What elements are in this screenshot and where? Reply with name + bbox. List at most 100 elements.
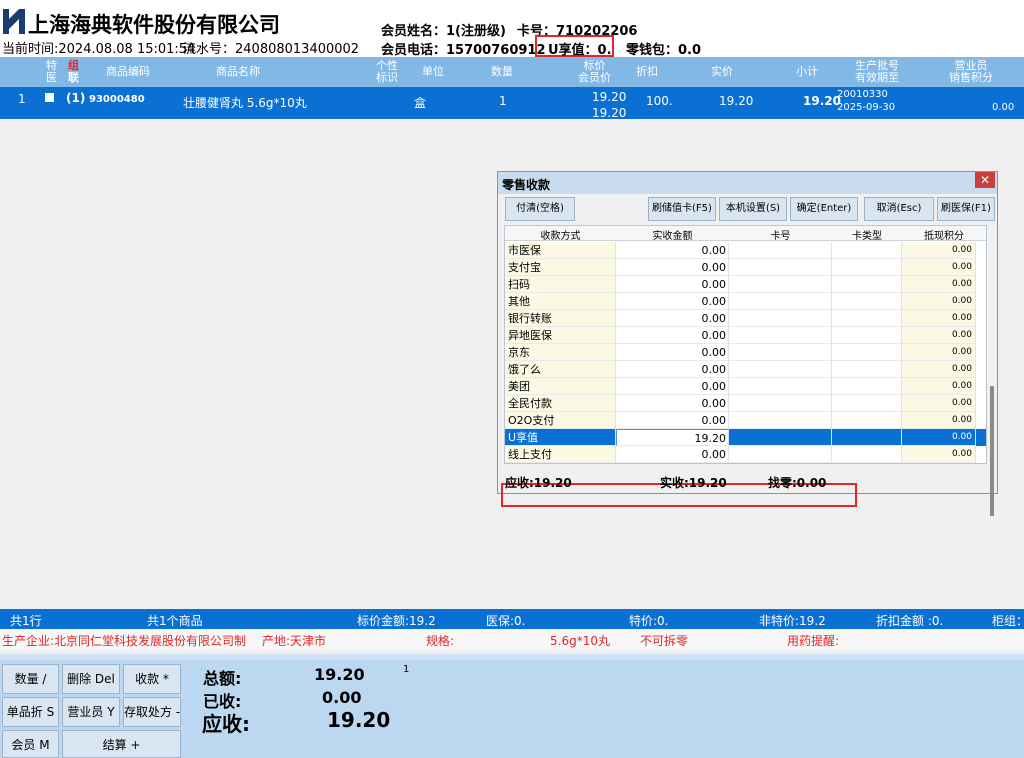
payment-method: 全民付款 bbox=[505, 395, 616, 412]
payment-row[interactable]: 异地医保 0.00 0.00 bbox=[505, 327, 986, 344]
payment-amount-input[interactable]: 0.00 bbox=[616, 327, 729, 344]
payment-methods-table: 收款方式 实收金额 卡号 卡类型 抵现积分 市医保 0.00 0.00 支付宝 0.00… bbox=[501, 225, 994, 516]
payment-row[interactable]: O2O支付 0.00 0.00 bbox=[505, 412, 986, 429]
medication-reminder: 用药提醒: bbox=[787, 634, 840, 648]
payment-points: 0.00 bbox=[902, 446, 976, 463]
payment-amount-input[interactable]: 0.00 bbox=[616, 446, 729, 463]
col-qty: 数量 bbox=[491, 65, 513, 78]
spec-label: 规格: bbox=[426, 634, 455, 648]
payment-card-type bbox=[832, 310, 902, 327]
row-count: 共1行 bbox=[10, 614, 42, 628]
payment-row[interactable]: U享值 19.20 0.00 bbox=[505, 429, 986, 446]
payment-row[interactable]: 线上支付 0.00 0.00 bbox=[505, 446, 986, 463]
payment-card-type bbox=[832, 378, 902, 395]
scrollbar-thumb[interactable] bbox=[990, 386, 994, 516]
row-points: 0.00 bbox=[992, 102, 1015, 113]
payment-method: 异地医保 bbox=[505, 327, 616, 344]
dialog-title: 零售收款 bbox=[502, 178, 551, 192]
payment-amount-input[interactable]: 0.00 bbox=[616, 378, 729, 395]
payment-card-no bbox=[729, 259, 832, 276]
payment-card-no bbox=[729, 276, 832, 293]
payment-amount-input[interactable]: 0.00 bbox=[616, 412, 729, 429]
payment-amount-input[interactable]: 0.00 bbox=[616, 361, 729, 378]
payment-card-type bbox=[832, 361, 902, 378]
member-button[interactable]: 会员 M bbox=[2, 730, 59, 758]
member-name: 会员姓名：1(注册级) bbox=[381, 24, 506, 39]
payment-method: 支付宝 bbox=[505, 259, 616, 276]
row-group: (1) bbox=[66, 91, 86, 105]
row-index: 1 bbox=[18, 92, 26, 106]
total-value: 19.20 bbox=[314, 665, 365, 684]
row-qty: 1 bbox=[499, 94, 507, 108]
payment-amount-input[interactable]: 19.20 bbox=[616, 429, 729, 446]
payment-card-no bbox=[729, 344, 832, 361]
payment-row[interactable]: 银行转账 0.00 0.00 bbox=[505, 310, 986, 327]
due-value: 19.20 bbox=[327, 708, 391, 732]
payment-amount-input[interactable]: 0.00 bbox=[616, 276, 729, 293]
counter-group: 柜组： bbox=[992, 614, 1024, 628]
total-label: 总额: bbox=[203, 669, 242, 688]
discount-total: 折扣金额 :0. bbox=[876, 614, 944, 628]
payment-card-type bbox=[832, 395, 902, 412]
payment-method: 饿了么 bbox=[505, 361, 616, 378]
payment-amount-input[interactable]: 0.00 bbox=[616, 242, 729, 259]
settle-button[interactable]: 结算 + bbox=[62, 730, 181, 758]
col-special: 特医 bbox=[46, 59, 57, 84]
payment-row[interactable]: 市医保 0.00 0.00 bbox=[505, 242, 986, 259]
payment-method: 其他 bbox=[505, 293, 616, 310]
payment-card-no bbox=[729, 242, 832, 259]
row-code: 93000480 bbox=[89, 94, 145, 105]
spec-value: 5.6g*10丸 bbox=[550, 634, 610, 648]
payment-card-type bbox=[832, 429, 902, 446]
payment-card-type bbox=[832, 293, 902, 310]
table-row[interactable]: 1 (1) 93000480 壮腰健肾丸 5.6g*10丸 盒 1 19.20 … bbox=[0, 87, 1024, 120]
insurance-total: 医保:0. bbox=[486, 614, 526, 628]
payment-row[interactable]: 扫码 0.00 0.00 bbox=[505, 276, 986, 293]
payment-row[interactable]: 美团 0.00 0.00 bbox=[505, 378, 986, 395]
product-grid-header: 特医 组联 商品编码 商品名称 个性 标识 单位 数量 标价 会员价 折扣 实价 小… bbox=[0, 57, 1024, 87]
clerk-button[interactable]: 营业员 Y bbox=[62, 697, 120, 727]
row-discount: 100. bbox=[646, 94, 673, 108]
confirm-button[interactable]: 确定(Enter) bbox=[790, 197, 858, 221]
payment-card-no bbox=[729, 378, 832, 395]
local-settings-button[interactable]: 本机设置(S) bbox=[719, 197, 787, 221]
row-subtotal: 19.20 bbox=[803, 94, 841, 108]
stored-card-button[interactable]: 刷储值卡(F5) bbox=[648, 197, 716, 221]
delete-button[interactable]: 删除 Del bbox=[62, 664, 120, 694]
dialog-title-bar[interactable]: 零售收款 ✕ bbox=[498, 172, 997, 194]
payment-row[interactable]: 其他 0.00 0.00 bbox=[505, 293, 986, 310]
item-discount-button[interactable]: 单品折 S bbox=[2, 697, 59, 727]
col-group: 组联 bbox=[68, 59, 79, 84]
company-logo-icon bbox=[3, 9, 25, 34]
payment-card-type bbox=[832, 242, 902, 259]
row-checkbox[interactable] bbox=[45, 93, 54, 102]
split-info: 不可拆零 bbox=[640, 634, 689, 648]
payment-amount-input[interactable]: 0.00 bbox=[616, 344, 729, 361]
list-price-total: 标价金额:19.2 bbox=[357, 614, 436, 628]
payment-row[interactable]: 饿了么 0.00 0.00 bbox=[505, 361, 986, 378]
received-amount: 实收:19.20 bbox=[660, 476, 727, 490]
payment-row[interactable]: 支付宝 0.00 0.00 bbox=[505, 259, 986, 276]
payment-amount-input[interactable]: 0.00 bbox=[616, 293, 729, 310]
u-value-balance: U享值：0. bbox=[535, 35, 614, 58]
payment-row[interactable]: 全民付款 0.00 0.00 bbox=[505, 395, 986, 412]
dialog-scrollbar[interactable] bbox=[988, 286, 996, 516]
row-batch: 20010330 bbox=[837, 89, 888, 100]
row-actual: 19.20 bbox=[719, 94, 754, 108]
payment-amount-input[interactable]: 0.00 bbox=[616, 259, 729, 276]
manufacturer: 生产企业:北京同仁堂科技发展股份有限公司制药 bbox=[2, 634, 246, 648]
collect-button[interactable]: 收款 * bbox=[123, 664, 181, 694]
close-icon[interactable]: ✕ bbox=[975, 172, 995, 188]
payment-card-type bbox=[832, 344, 902, 361]
insurance-card-button[interactable]: 刷医保(F1) bbox=[937, 197, 995, 221]
payment-card-no bbox=[729, 293, 832, 310]
prescription-button[interactable]: 存取处方 - bbox=[123, 697, 181, 727]
payment-row[interactable]: 京东 0.00 0.00 bbox=[505, 344, 986, 361]
col-points: 抵现积分 bbox=[924, 231, 964, 242]
payment-amount-input[interactable]: 0.00 bbox=[616, 310, 729, 327]
cancel-button[interactable]: 取消(Esc) bbox=[864, 197, 934, 221]
payment-amount-input[interactable]: 0.00 bbox=[616, 395, 729, 412]
quantity-button[interactable]: 数量 / bbox=[2, 664, 59, 694]
clear-button[interactable]: 付清(空格) bbox=[505, 197, 575, 221]
payment-method: 美团 bbox=[505, 378, 616, 395]
